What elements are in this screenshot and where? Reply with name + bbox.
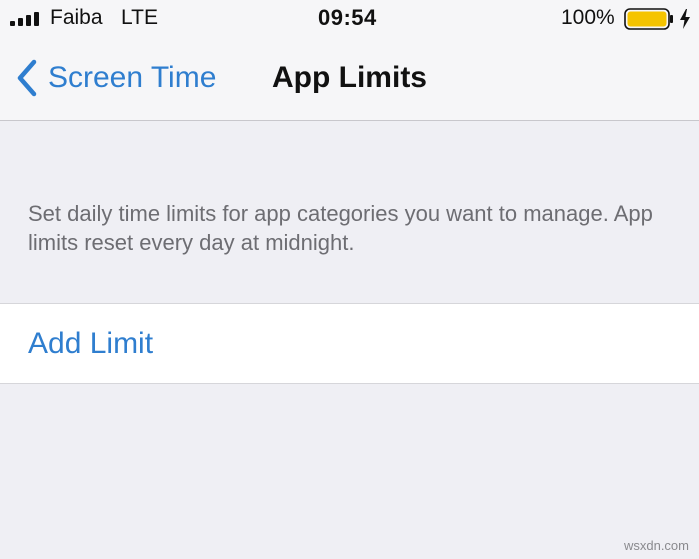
page-title: App Limits [272,61,427,94]
back-button[interactable]: Screen Time [14,56,216,100]
watermark: wsxdn.com [623,538,689,553]
status-bar: Faiba LTE 09:54 100% [0,0,699,40]
chevron-left-icon [17,59,37,97]
charging-bolt-icon [680,9,690,29]
back-button-label: Screen Time [48,61,217,94]
section-footer-description: Set daily time limits for app categories… [28,201,653,255]
add-limit-button[interactable]: Add Limit [0,303,699,384]
battery-icon [624,8,673,30]
header-area: Faiba LTE 09:54 100% Screen Time App Lim… [0,0,699,121]
status-time: 09:54 [318,5,377,30]
add-limit-label: Add Limit [28,327,154,360]
battery-percentage: 100% [561,6,615,29]
carrier-name: Faiba [50,6,103,29]
network-type: LTE [121,6,158,29]
signal-bars-icon [10,12,39,26]
